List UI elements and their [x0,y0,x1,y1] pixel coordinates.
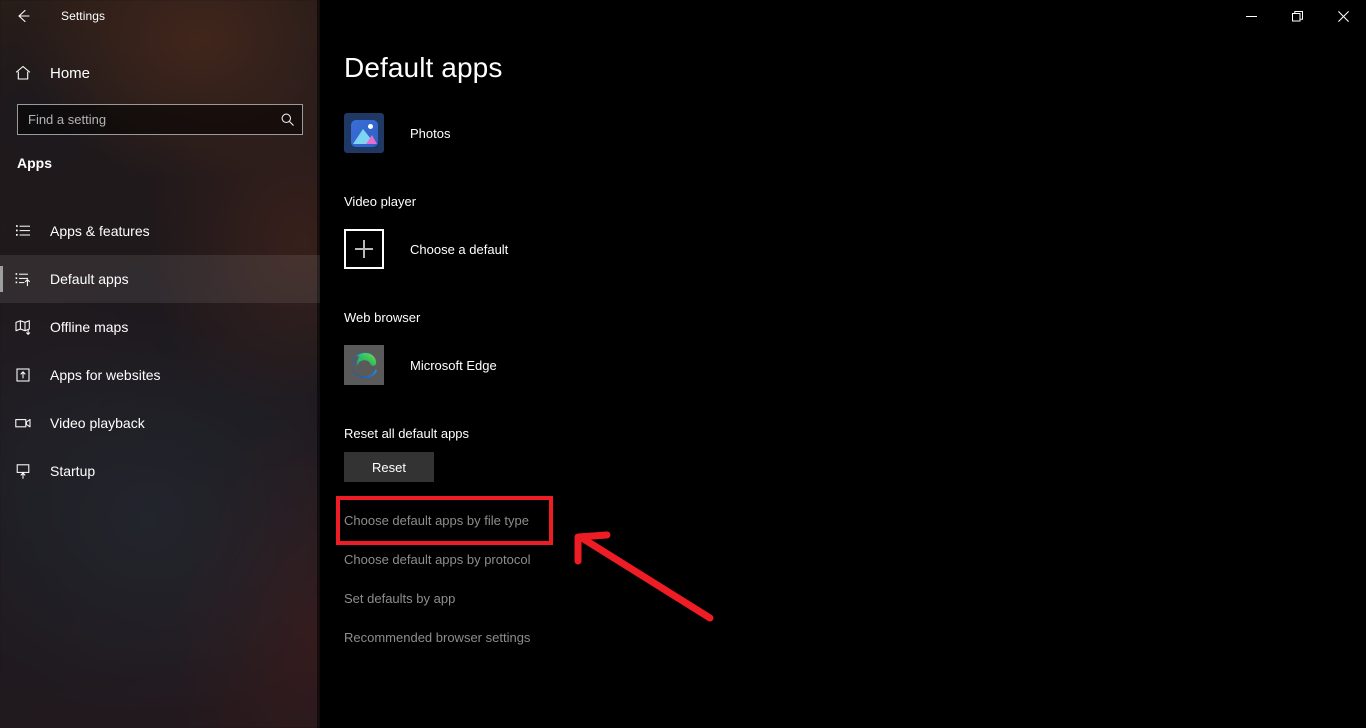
search-box[interactable] [17,104,303,135]
monitor-arrow-up-icon [0,462,46,480]
sidebar-item-startup[interactable]: Startup [0,447,320,495]
sidebar-item-default-apps[interactable]: Default apps [0,255,320,303]
titlebar: Settings [0,0,320,32]
box-arrow-up-icon [0,366,46,384]
default-app-web-browser[interactable]: Microsoft Edge [344,345,497,385]
link-set-defaults-by-app[interactable]: Set defaults by app [344,591,455,606]
default-app-name: Photos [410,125,451,141]
page-title: Default apps [344,52,503,83]
default-app-name: Microsoft Edge [410,357,497,373]
sidebar-item-apps-features[interactable]: Apps & features [0,207,320,255]
sidebar: Settings Home Find a setting Apps Apps &… [0,0,320,728]
sidebar-item-label: Apps for websites [50,367,161,383]
main-content: Default apps Photos Video player Choose … [320,0,1366,728]
map-download-icon [0,318,46,336]
group-label-web-browser: Web browser [344,310,421,325]
default-app-video-player[interactable]: Choose a default [344,229,508,269]
plus-icon [344,229,384,269]
link-choose-default-apps-by-protocol[interactable]: Choose default apps by protocol [344,552,530,567]
sidebar-item-video-playback[interactable]: Video playback [0,399,320,447]
video-camera-icon [0,414,46,432]
sidebar-nav-list: Apps & features Default apps Offline map… [0,207,320,495]
group-label-reset-all: Reset all default apps [344,426,470,441]
search-icon[interactable] [272,105,302,134]
sidebar-item-label: Video playback [50,415,145,431]
sidebar-item-offline-maps[interactable]: Offline maps [0,303,320,351]
link-recommended-browser-settings[interactable]: Recommended browser settings [344,630,530,645]
restore-button[interactable] [1274,0,1320,32]
home-icon [0,64,46,82]
window-title: Settings [61,9,106,23]
reset-button[interactable]: Reset [344,452,434,482]
photos-app-icon [344,113,384,153]
link-choose-default-apps-by-file-type[interactable]: Choose default apps by file type [344,513,529,528]
settings-window: Settings Home Find a setting Apps Apps &… [0,0,1366,728]
sidebar-item-home[interactable]: Home [0,58,320,88]
default-app-photo-viewer[interactable]: Photos [344,113,450,153]
sidebar-item-label: Apps & features [50,223,150,239]
group-label-video-player: Video player [344,194,417,209]
list-icon [0,222,46,240]
sidebar-section-heading: Apps [17,155,52,171]
sidebar-item-label: Offline maps [50,319,129,335]
sidebar-item-label: Default apps [50,271,129,287]
back-button[interactable] [0,0,46,32]
sidebar-item-label: Home [50,64,91,82]
window-controls [1228,0,1366,32]
default-app-name: Choose a default [410,241,509,257]
close-button[interactable] [1320,0,1366,32]
list-arrow-icon [0,270,46,288]
minimize-button[interactable] [1228,0,1274,32]
search-input[interactable] [18,105,272,134]
sidebar-item-apps-for-websites[interactable]: Apps for websites [0,351,320,399]
sidebar-item-label: Startup [50,463,96,479]
microsoft-edge-icon [344,345,384,385]
